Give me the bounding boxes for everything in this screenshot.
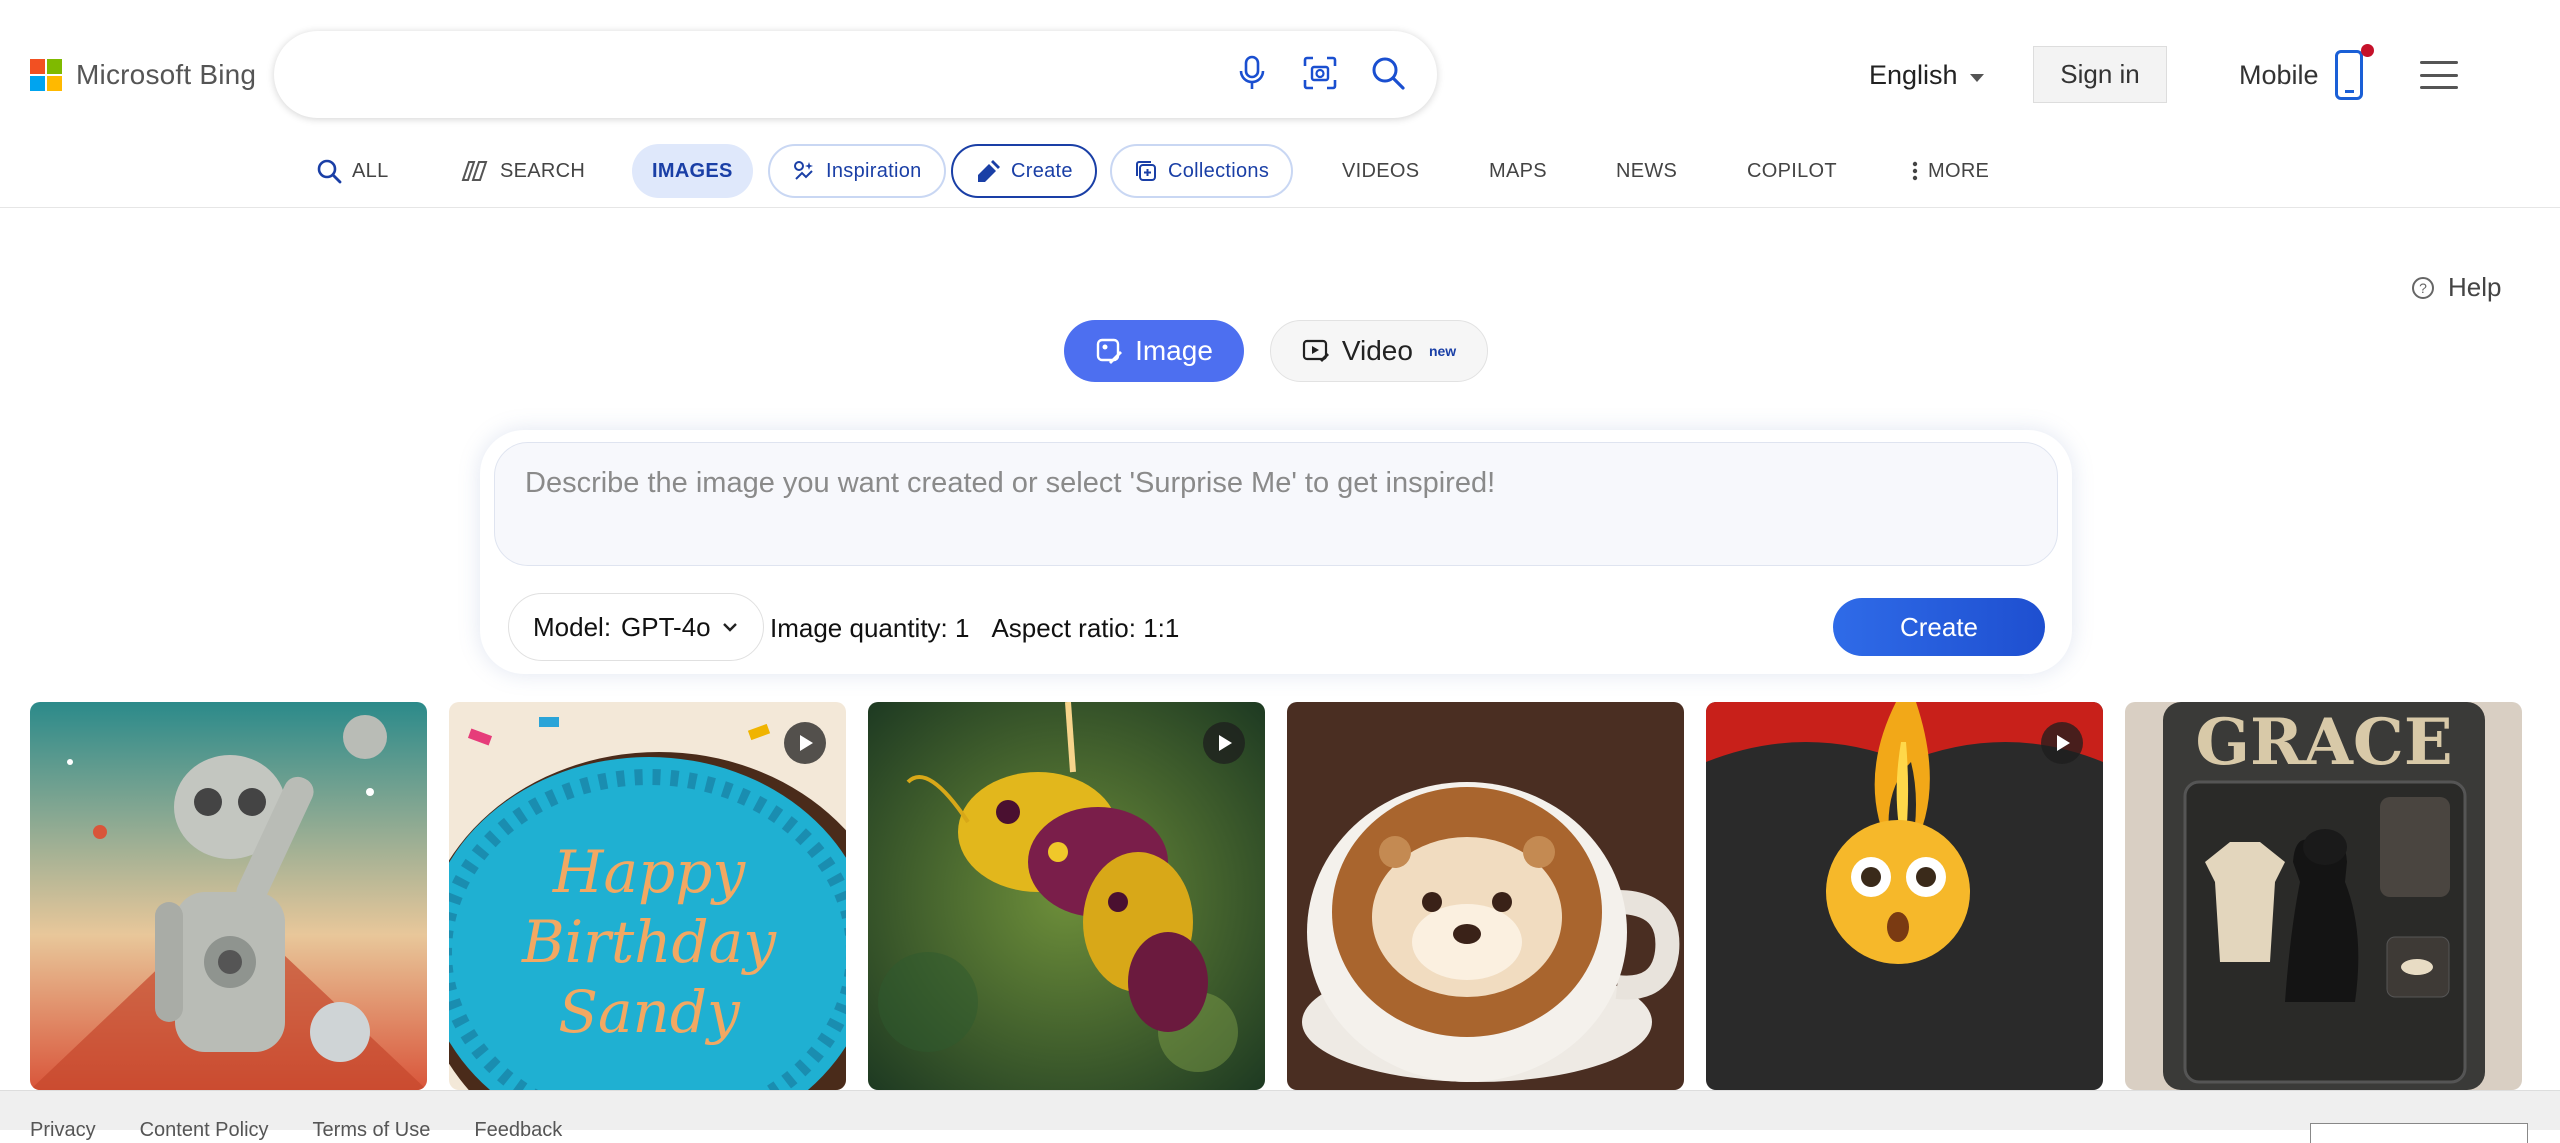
footer-link-privacy[interactable]: Privacy (30, 1119, 96, 1142)
new-badge: new (1428, 343, 1457, 359)
inspiration-icon (794, 161, 813, 180)
brand-name: Microsoft Bing (76, 59, 257, 90)
hamburger-menu-icon[interactable] (2420, 61, 2458, 89)
model-value: GPT-4o (621, 611, 711, 642)
tab-inspiration[interactable]: Inspiration (768, 144, 946, 198)
tab-maps[interactable]: MAPS (1489, 144, 1547, 198)
video-mode-button[interactable]: Video new (1270, 320, 1488, 382)
image-creator-panel: Describe the image you want created or s… (480, 430, 2072, 674)
birthday-cake-image[interactable]: Happy Birthday Sandy (449, 702, 846, 1090)
grace-text: GRACE (2195, 705, 2452, 780)
nav-tabs: ALL SEARCH IMAGES Inspiration Create Col… (0, 140, 2560, 208)
tab-collections[interactable]: Collections (1110, 144, 1294, 198)
svg-text:Sandy: Sandy (558, 978, 741, 1046)
aspect-ratio-option[interactable]: Aspect ratio: 1:1 (991, 613, 1179, 644)
retro-robot-image[interactable] (30, 702, 427, 1090)
visual-search-icon[interactable] (1299, 52, 1341, 94)
tab-images[interactable]: IMAGES (632, 144, 753, 198)
model-label: Model: (533, 611, 612, 642)
header: Microsoft Bing English Sign in Mobile (0, 0, 2560, 150)
search-icon (317, 159, 342, 184)
grace-dog-image[interactable]: GRACE (2125, 702, 2522, 1090)
video-play-icon (2041, 722, 2083, 764)
help-icon: ? (2412, 276, 2434, 299)
tab-create[interactable]: Create (951, 144, 1097, 198)
language-selector[interactable]: English (1869, 60, 1984, 91)
footer-link-terms[interactable]: Terms of Use (313, 1119, 431, 1142)
model-selector[interactable]: Model: GPT-4o (508, 593, 764, 661)
caret-down-icon (1969, 73, 1984, 82)
create-icon (978, 160, 1000, 182)
cake-text: Happy (552, 838, 746, 906)
mobile-label: Mobile (2239, 59, 2319, 90)
mobile-link[interactable]: Mobile (2239, 44, 2374, 100)
create-button[interactable]: Create (1833, 598, 2045, 656)
help-link[interactable]: ? Help (2412, 272, 2501, 303)
flower-bee-image[interactable] (868, 702, 1265, 1090)
microphone-icon[interactable] (1231, 52, 1273, 94)
more-vertical-icon (1912, 161, 1918, 181)
tab-copilot[interactable]: COPILOT (1747, 144, 1837, 198)
footer-dropdown[interactable] (2310, 1123, 2528, 1143)
tab-more[interactable]: MORE (1912, 144, 1989, 198)
tab-news[interactable]: NEWS (1616, 144, 1677, 198)
video-play-icon (1203, 722, 1245, 764)
svg-text:Birthday: Birthday (521, 908, 777, 976)
footer-link-content-policy[interactable]: Content Policy (140, 1119, 269, 1142)
image-mode-button[interactable]: Image (1064, 320, 1244, 382)
language-label: English (1869, 60, 1958, 90)
search-input[interactable] (274, 31, 1437, 118)
tab-all[interactable]: ALL (316, 144, 389, 198)
chevron-down-icon (722, 623, 737, 632)
sign-in-button[interactable]: Sign in (2033, 46, 2167, 103)
video-create-icon (1302, 339, 1329, 362)
footer-link-feedback[interactable]: Feedback (474, 1119, 562, 1142)
copilot-search-icon (461, 161, 488, 181)
otter-latte-image[interactable] (1287, 702, 1684, 1090)
bing-logo[interactable]: Microsoft Bing (30, 59, 256, 91)
tab-search[interactable]: SEARCH (460, 144, 585, 198)
phone-icon (2334, 44, 2374, 100)
video-play-icon (784, 722, 826, 764)
tab-videos[interactable]: VIDEOS (1342, 144, 1419, 198)
image-quantity-option[interactable]: Image quantity: 1 (770, 613, 969, 644)
footer: Privacy Content Policy Terms of Use Feed… (0, 1090, 2560, 1143)
search-icon[interactable] (1367, 52, 1409, 94)
example-gallery: Happy Birthday Sandy GRACE (30, 702, 2530, 1090)
collections-icon (1136, 161, 1156, 181)
prompt-input[interactable]: Describe the image you want created or s… (494, 442, 2058, 566)
surprised-emoji-image[interactable] (1706, 702, 2103, 1090)
notification-dot (2360, 44, 2374, 57)
microsoft-logo-icon (30, 59, 62, 91)
image-create-icon (1096, 338, 1123, 364)
